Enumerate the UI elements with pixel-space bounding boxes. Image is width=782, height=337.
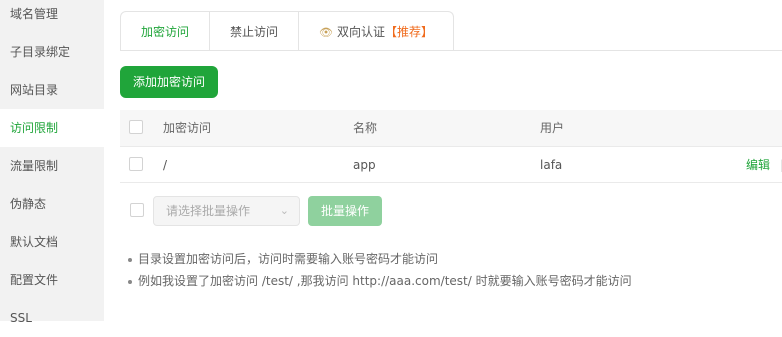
tip-text: 目录设置加密访问后，访问时需要输入账号密码才能访问	[138, 252, 439, 266]
bullet-icon	[128, 257, 132, 262]
batch-operation-button[interactable]: 批量操作	[308, 196, 382, 226]
table-header: 加密访问 名称 用户	[120, 110, 782, 147]
eye-icon: 👁	[319, 26, 333, 39]
tab-bar: 加密访问 禁止访问 👁 双向认证【推荐】	[120, 11, 455, 51]
table-row: / app lafa 编辑 |	[120, 147, 782, 183]
sidebar-item-rewrite[interactable]: 伪静态	[0, 185, 104, 223]
recommend-badge: 【推荐】	[385, 25, 434, 39]
sidebar-item-access-limit[interactable]: 访问限制	[0, 109, 104, 147]
tip-text: 例如我设置了加密访问 /test/ ,那我访问 http://aaa.com/t…	[138, 274, 632, 288]
bullet-icon	[128, 279, 132, 284]
add-encrypted-access-button[interactable]: 添加加密访问	[120, 66, 218, 98]
tab-mutual-auth-label: 双向认证	[337, 25, 386, 39]
batch-select-placeholder: 请选择批量操作	[166, 204, 251, 218]
sidebar: 域名管理 子目录绑定 网站目录 访问限制 流量限制 伪静态 默认文档 配置文件 …	[0, 0, 104, 325]
column-header-name: 名称	[353, 121, 378, 135]
sidebar-item-config-file[interactable]: 配置文件	[0, 261, 104, 299]
row-name: app	[353, 158, 376, 172]
edit-link[interactable]: 编辑	[746, 147, 770, 183]
help-tips: 目录设置加密访问后，访问时需要输入账号密码才能访问 例如我设置了加密访问 /te…	[128, 248, 632, 292]
row-checkbox[interactable]	[129, 157, 143, 171]
tab-encrypted-access[interactable]: 加密访问	[121, 12, 211, 51]
tip-item: 目录设置加密访问后，访问时需要输入账号密码才能访问	[128, 248, 632, 270]
sidebar-item-subdir-binding[interactable]: 子目录绑定	[0, 33, 104, 71]
tab-divider	[120, 50, 782, 51]
sidebar-item-default-doc[interactable]: 默认文档	[0, 223, 104, 261]
select-all-checkbox[interactable]	[129, 120, 143, 134]
main-panel: 加密访问 禁止访问 👁 双向认证【推荐】 添加加密访问 加密访问 名称 用户 / …	[104, 0, 782, 321]
sidebar-item-ssl[interactable]: SSL	[0, 299, 104, 337]
sidebar-item-site-directory[interactable]: 网站目录	[0, 71, 104, 109]
tab-forbidden-access[interactable]: 禁止访问	[210, 12, 300, 51]
batch-select-checkbox[interactable]	[130, 203, 144, 217]
column-header-user: 用户	[540, 121, 565, 135]
chevron-down-icon: ⌄	[279, 204, 289, 217]
column-header-path: 加密访问	[163, 121, 212, 135]
tab-mutual-auth[interactable]: 👁 双向认证【推荐】	[299, 12, 453, 51]
batch-operation-select[interactable]: 请选择批量操作 ⌄	[153, 196, 300, 226]
row-user: lafa	[540, 158, 563, 172]
tip-item: 例如我设置了加密访问 /test/ ,那我访问 http://aaa.com/t…	[128, 270, 632, 292]
row-path: /	[163, 158, 168, 172]
sidebar-item-traffic-limit[interactable]: 流量限制	[0, 147, 104, 185]
sidebar-item-domain[interactable]: 域名管理	[0, 0, 104, 33]
